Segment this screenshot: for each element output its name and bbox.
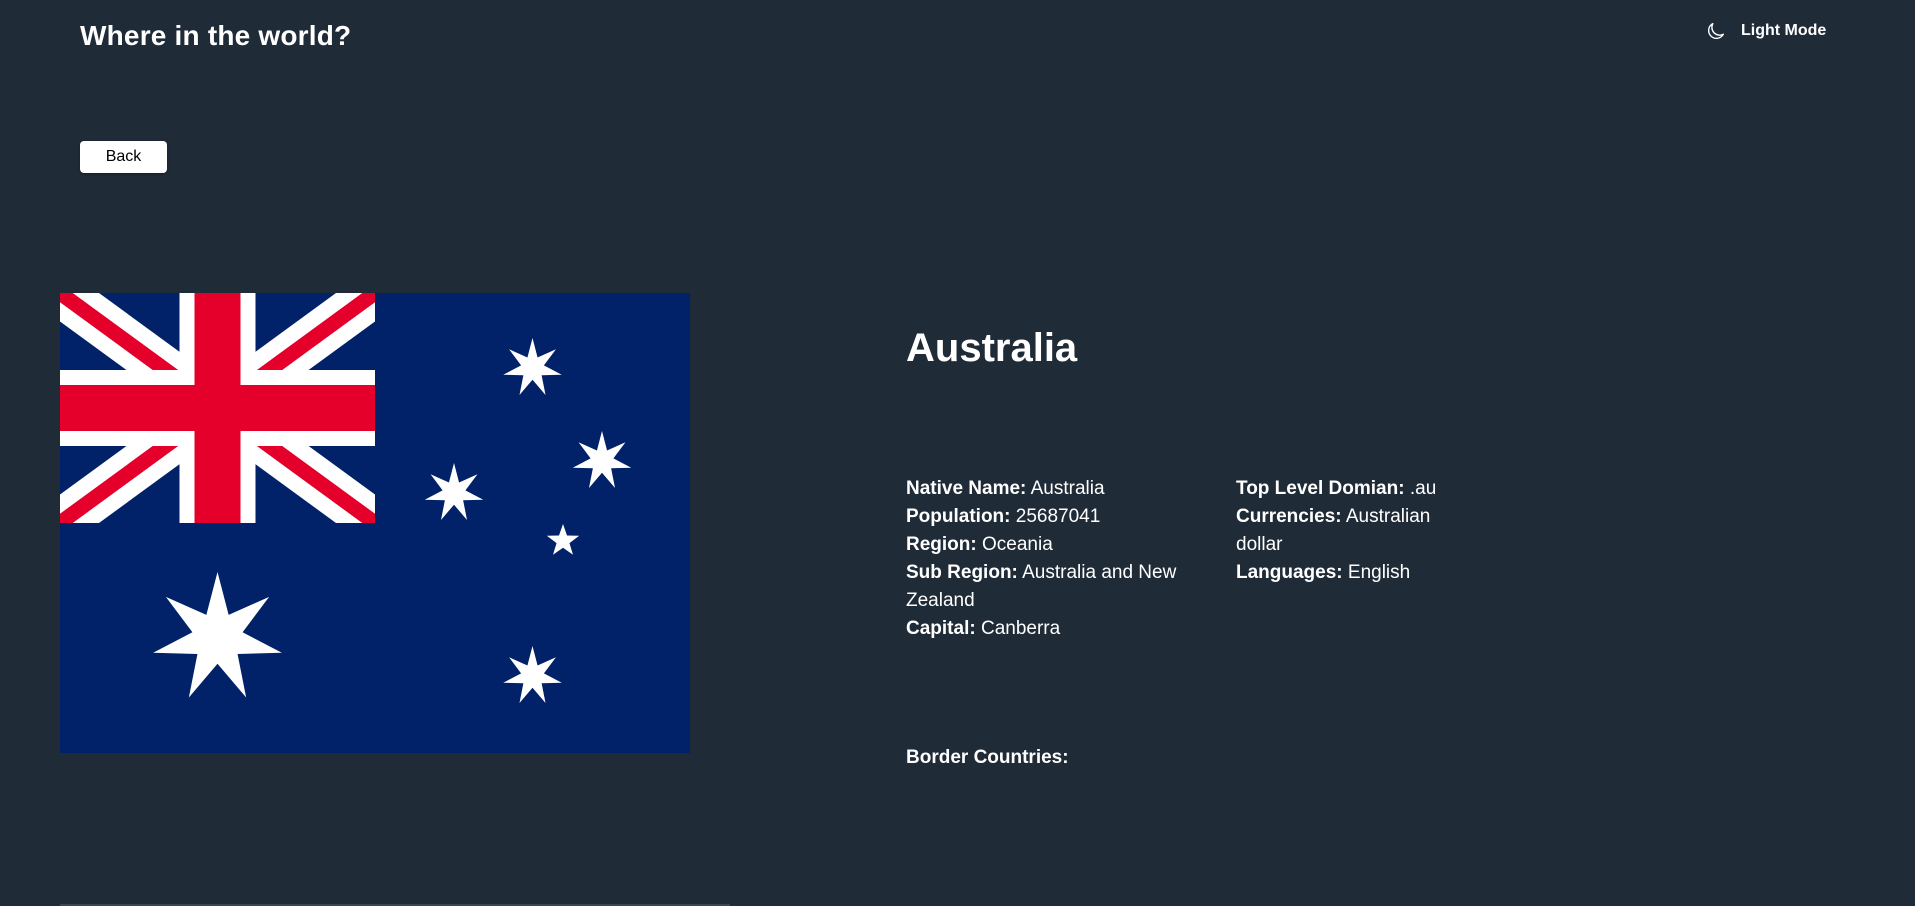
page-title: Where in the world?: [80, 20, 352, 51]
moon-icon: [1705, 20, 1727, 42]
languages-row: Languages: English: [1236, 562, 1411, 583]
currencies-row: Currencies: Australian dollar: [1236, 506, 1431, 555]
country-details-left: Native Name: Australia Population: 25687…: [906, 475, 1206, 643]
theme-toggle-label: Light Mode: [1741, 22, 1827, 39]
australia-flag-icon: [60, 293, 690, 753]
back-button[interactable]: Back: [80, 141, 167, 173]
country-details-right: Top Level Domian: .au Currencies: Austra…: [1236, 475, 1466, 587]
population-row: Population: 25687041: [906, 506, 1101, 527]
theme-toggle-button[interactable]: Light Mode: [1705, 20, 1826, 42]
border-countries-label: Border Countries:: [906, 747, 1069, 768]
capital-row: Capital: Canberra: [906, 618, 1061, 639]
sub-region-row: Sub Region: Australia and New Zealand: [906, 562, 1177, 611]
native-name-row: Native Name: Australia: [906, 478, 1105, 499]
top-level-domain-row: Top Level Domian: .au: [1236, 478, 1437, 499]
country-name: Australia: [906, 326, 1078, 370]
region-row: Region: Oceania: [906, 534, 1053, 555]
